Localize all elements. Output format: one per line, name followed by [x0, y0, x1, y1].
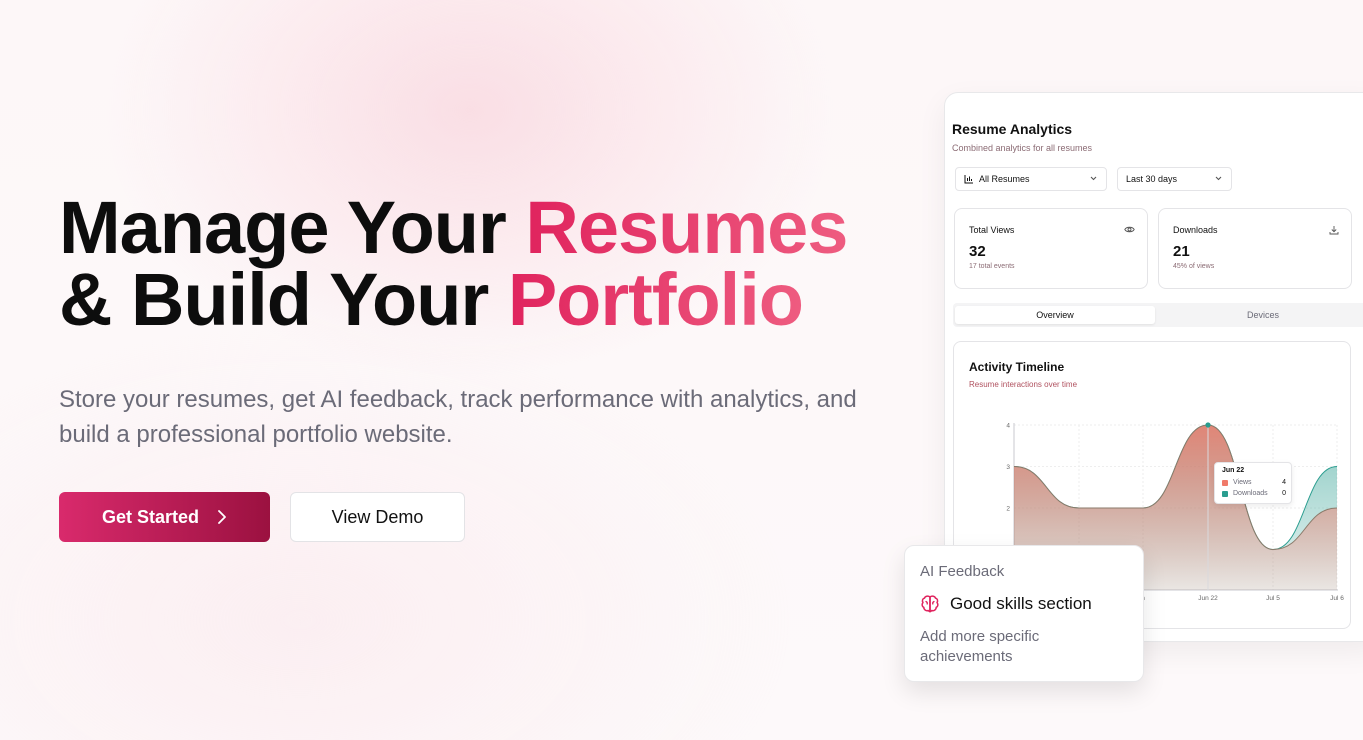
bar-chart-icon [964, 175, 973, 184]
range-filter-value: Last 30 days [1126, 174, 1178, 184]
tab-devices[interactable]: Devices [1163, 306, 1363, 324]
legend-swatch [1222, 490, 1228, 497]
ai-feedback-card: AI Feedback Good skills section Add more… [904, 545, 1144, 682]
hero-title: Manage Your Resumes & Build Your Portfol… [59, 191, 919, 337]
y-tick-label: 4 [1006, 423, 1010, 430]
legend-swatch [1222, 479, 1228, 486]
get-started-label: Get Started [101, 506, 200, 527]
tooltip-series-name: Views [1233, 479, 1252, 486]
tooltip-date: Jun 22 [1222, 467, 1245, 474]
brain-icon [921, 595, 939, 613]
stat-meta: 45% of views [1173, 263, 1215, 270]
stat-label: Downloads [1173, 225, 1218, 235]
analytics-title: Resume Analytics [952, 121, 1073, 137]
feedback-body: Add more specific achievements [920, 628, 1040, 665]
stat-value: 21 [1173, 243, 1190, 260]
x-tick-label: Jul 6 [1330, 595, 1344, 602]
x-tick-label: Jun 22 [1198, 595, 1218, 602]
resume-filter-value: All Resumes [979, 174, 1030, 184]
chart-tooltip: Jun 22 Views 4 Downloads 0 [1214, 462, 1292, 504]
x-tick-label: Jul 5 [1266, 595, 1280, 602]
eye-icon [1124, 226, 1135, 233]
analytics-subtitle: Combined analytics for all resumes [952, 143, 1093, 153]
download-icon [1329, 226, 1339, 235]
stat-card-downloads: Downloads 21 45% of views [1158, 208, 1352, 289]
tooltip-series-name: Downloads [1233, 490, 1268, 497]
tab-overview[interactable]: Overview [955, 306, 1155, 324]
y-tick-label: 3 [1006, 464, 1010, 471]
tooltip-series-value: 0 [1282, 490, 1286, 497]
feedback-headline: Good skills section [950, 594, 1092, 613]
hero-title-accent-2: Portfolio [507, 258, 804, 341]
hero-title-plain-1: Manage Your [59, 186, 526, 269]
feedback-headline-row: Good skills section [920, 594, 1092, 614]
data-point [1205, 422, 1211, 428]
chevron-right-icon [218, 510, 226, 524]
hero-title-plain-2: & Build Your [59, 258, 508, 341]
stat-value: 32 [969, 243, 986, 260]
analytics-tabs: Overview Devices [953, 303, 1363, 327]
hero-title-accent-1: Resumes [525, 186, 848, 269]
stat-label: Total Views [969, 225, 1015, 235]
range-filter-select[interactable]: Last 30 days [1117, 167, 1232, 191]
chevron-down-icon [1090, 176, 1097, 181]
get-started-button[interactable]: Get Started [59, 492, 270, 542]
hero-subtitle: Store your resumes, get AI feedback, tra… [59, 386, 857, 448]
tooltip-series-value: 4 [1282, 479, 1286, 486]
view-demo-button[interactable]: View Demo [290, 492, 465, 542]
feedback-label: AI Feedback [920, 563, 1005, 580]
chevron-down-icon [1215, 176, 1222, 181]
y-tick-label: 2 [1006, 506, 1010, 513]
tooltip-row-downloads: Downloads 0 [1222, 490, 1286, 497]
tooltip-row-views: Views 4 [1222, 479, 1286, 486]
resume-filter-select[interactable]: All Resumes [955, 167, 1107, 191]
stat-meta: 17 total events [969, 263, 1015, 270]
stat-card-total-views: Total Views 32 17 total events [954, 208, 1148, 289]
